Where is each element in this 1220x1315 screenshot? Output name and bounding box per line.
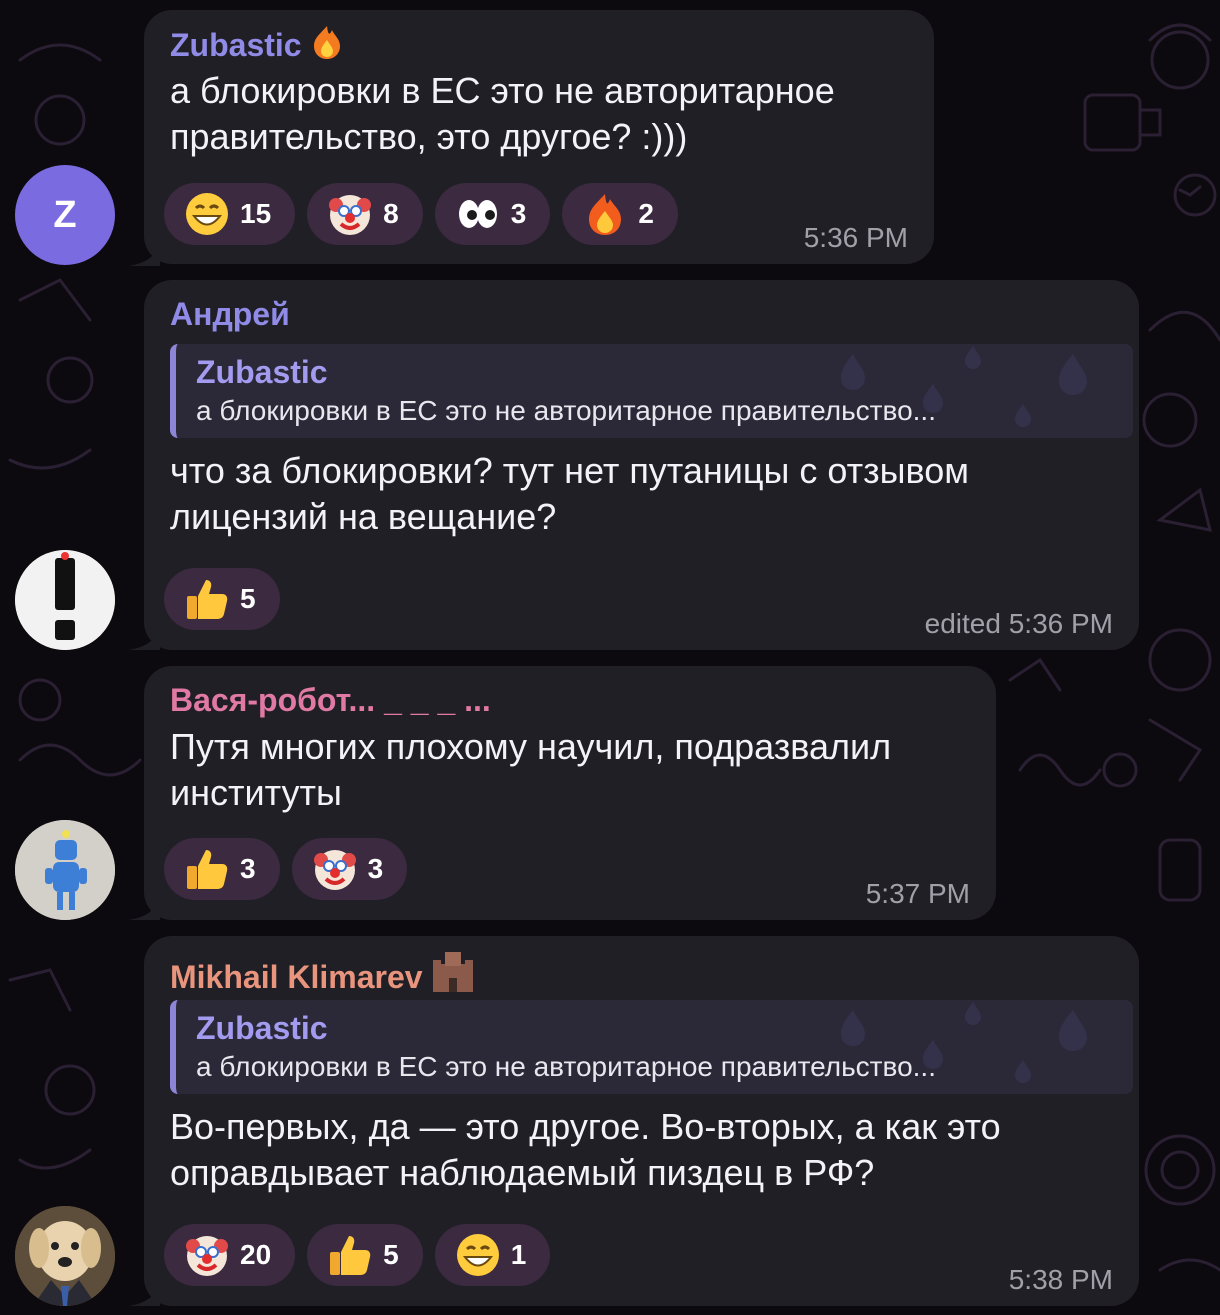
reactions: 20 5 1 [164,1224,551,1286]
reaction-count: 3 [510,198,527,229]
reaction-chip[interactable]: 5 [307,1224,423,1286]
reaction-count: 5 [240,583,256,614]
reactions: 3 3 [164,838,408,900]
avatar[interactable]: Z [15,165,115,265]
dog-in-suit-avatar-icon [15,1206,115,1306]
avatar-letter: Z [53,193,77,236]
reply-quote[interactable]: Zubastic а блокировки в ЕС это не автори… [170,1000,1133,1094]
reaction-chip[interactable]: 1 [434,1224,551,1286]
reaction-count: 3 [367,853,384,884]
robot-avatar-icon [15,820,115,920]
message-time: edited 5:36 PM [924,608,1113,639]
reaction-count: 3 [240,853,256,884]
message-text: Путя многих плохому научил, подразвалил … [170,726,892,813]
grin-emoji-icon [456,1234,499,1276]
message-bubble[interactable]: Вася-робот... _ _ _ ... Путя многих плох… [144,666,996,920]
eyes-emoji-icon [458,200,497,228]
sender-name[interactable]: Андрей [170,294,1113,334]
reactions: 15 8 3 2 [164,183,678,245]
grin-emoji-icon [186,193,228,235]
exclamation-avatar-icon [15,550,115,650]
fire-pattern-icon [841,1002,1087,1083]
thumbs-up-emoji-icon [330,1236,371,1275]
reaction-chip[interactable]: 15 [164,183,296,245]
reaction-count: 5 [383,1239,399,1270]
avatar[interactable] [15,550,115,650]
clown-emoji-icon [313,850,356,890]
reaction-count: 20 [240,1239,272,1270]
message-text: что за блокировки? тут нет путаницы с от… [170,450,969,537]
message-text: а блокировки в ЕС это не авторитарное пр… [170,70,835,157]
reaction-count: 2 [638,198,654,229]
message-time: 5:37 PM [865,878,970,909]
reaction-count: 8 [383,198,399,229]
message-bubble[interactable]: Mikhail Klimarev Zubastic а блокировки в… [144,936,1139,1306]
fire-icon [310,24,344,69]
castle-icon [431,950,475,1001]
thumbs-up-emoji-icon [187,580,228,619]
reaction-count: 15 [240,198,272,229]
message-bubble[interactable]: Zubastic а блокировки в ЕС это не автори… [144,10,934,264]
reaction-chip[interactable]: 2 [562,183,678,245]
reaction-chip[interactable]: 3 [434,183,551,245]
message-time: 5:38 PM [1008,1264,1113,1295]
reaction-chip[interactable]: 3 [291,838,408,900]
message-text: Во-первых, да — это другое. Во-вторых, а… [170,1106,1001,1193]
reaction-count: 1 [510,1239,527,1270]
reaction-chip[interactable]: 20 [164,1224,296,1286]
clown-emoji-icon [186,1236,228,1276]
clown-emoji-icon [329,195,372,235]
sender-name[interactable]: Zubastic [170,24,908,64]
reaction-chip[interactable]: 3 [164,838,280,900]
fire-emoji-icon [589,194,622,235]
avatar[interactable] [15,820,115,920]
sender-name[interactable]: Вася-робот... _ _ _ ... [170,680,970,720]
sender-name[interactable]: Mikhail Klimarev [170,950,1113,995]
reaction-chip[interactable]: 8 [307,183,423,245]
message-time: 5:36 PM [803,222,908,253]
reactions: 5 [164,568,280,630]
fire-pattern-icon [841,346,1087,427]
message-bubble[interactable]: Андрей Zubastic а блокировки в ЕС это не… [144,280,1139,650]
reaction-chip[interactable]: 5 [164,568,280,630]
avatar[interactable] [15,1206,115,1306]
reply-quote[interactable]: Zubastic а блокировки в ЕС это не автори… [170,344,1133,438]
thumbs-up-emoji-icon [187,850,228,889]
